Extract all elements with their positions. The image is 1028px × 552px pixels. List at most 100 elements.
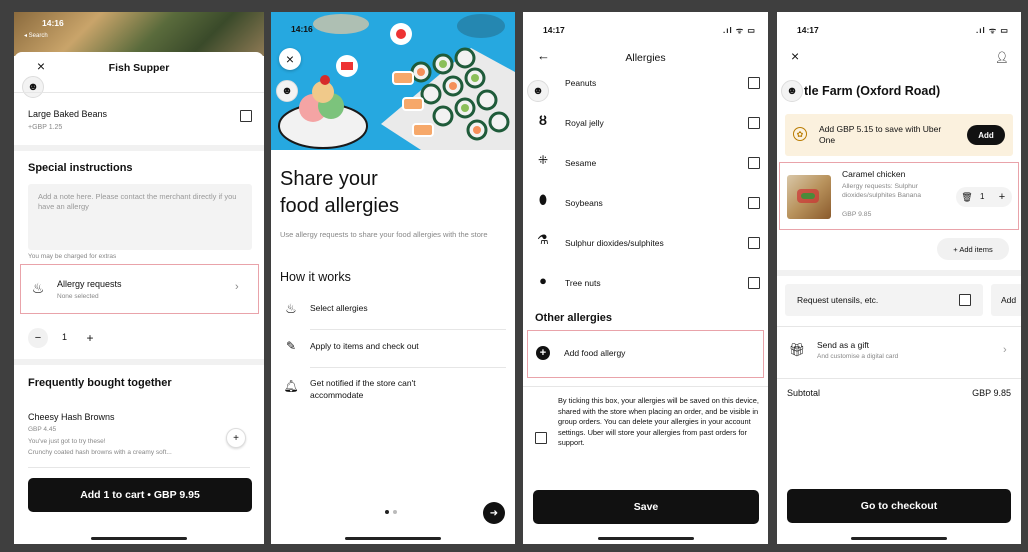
consent-checkbox[interactable]	[535, 432, 547, 444]
soybeans-checkbox[interactable]	[748, 197, 760, 209]
send-gift-row[interactable]: 🎁︎ Send as a gift And customise a digita…	[777, 332, 1021, 372]
status-time: 14:16	[291, 24, 313, 34]
screen-item-customisation: 14:16 ◂ Search × ☻ Fish Supper Large Bak…	[14, 12, 264, 544]
frequently-bought-heading: Frequently bought together	[28, 377, 172, 389]
close-icon[interactable]: ×	[791, 48, 799, 64]
page-dot	[393, 510, 397, 514]
step-2-label: Apply to items and check out	[310, 341, 419, 351]
minus-icon[interactable]: −	[28, 328, 48, 348]
utensils-row[interactable]: Request utensils, etc.	[785, 284, 983, 316]
quantity-value: 1	[62, 332, 68, 342]
item-name: Caramel chicken	[842, 169, 906, 179]
add-person-icon[interactable]: 👤︎	[995, 50, 1009, 64]
trash-icon[interactable]: 🗑︎	[960, 190, 974, 204]
royal-jelly-checkbox[interactable]	[748, 117, 760, 129]
allergy-requests-row[interactable]: ♨ Allergy requests None selected ›	[20, 264, 259, 314]
item-allergy-note: Allergy requests: Sulphur dioxides/sulph…	[842, 183, 921, 199]
soybeans-icon: ⬮	[538, 192, 548, 207]
allergy-row-peanuts[interactable]: Peanuts	[523, 66, 768, 106]
add-note-chip[interactable]: Add	[991, 284, 1021, 316]
tree-nuts-checkbox[interactable]	[748, 277, 760, 289]
allergy-label: Peanuts	[565, 78, 597, 88]
cheesy-price: GBP 4.45	[28, 426, 57, 433]
bell-icon: 🔔︎	[283, 379, 299, 393]
checklist-icon: ✎	[285, 339, 297, 353]
page-indicator	[383, 510, 403, 516]
status-icons: .ıl ᯤ ▭	[723, 26, 756, 35]
allergy-row-royal-jelly[interactable]: ȣ Royal jelly	[523, 106, 768, 146]
plus-icon[interactable]: +	[994, 189, 1010, 205]
add-to-cart-button[interactable]: Add 1 to cart • GBP 9.95	[28, 478, 252, 512]
status-time: 14:17	[797, 25, 819, 35]
sulphites-checkbox[interactable]	[748, 237, 760, 249]
uber-one-promo: ✿ Add GBP 5.15 to save with Uber One Add	[785, 114, 1013, 156]
item-thumbnail	[787, 175, 831, 219]
plus-icon[interactable]: +	[80, 328, 100, 348]
heading-line-1: Share your	[280, 168, 378, 190]
sesame-icon: ⁜	[537, 153, 549, 167]
allergy-row-tree-nuts[interactable]: ● Tree nuts	[523, 266, 768, 306]
allergy-row-soybeans[interactable]: ⬮ Soybeans	[523, 186, 768, 226]
allergy-row-sulphites[interactable]: ⚗ Sulphur dioxides/sulphites	[523, 226, 768, 266]
subtotal-label: Subtotal	[787, 388, 821, 398]
royal-jelly-icon: ȣ	[538, 112, 548, 128]
page-title: Allergies	[625, 52, 666, 64]
allergy-title: Allergy requests	[57, 279, 122, 289]
screen-allergies-list: 14:17 .ıl ᯤ ▭ ← Allergies ☻ Peanuts ȣ Ro…	[523, 12, 768, 544]
cheesy-name: Cheesy Hash Browns	[28, 412, 115, 422]
step-row: ♨ Select allergies	[280, 295, 506, 329]
sesame-checkbox[interactable]	[748, 157, 760, 169]
cheesy-desc-2: Crunchy coated hash browns with a creamy…	[28, 449, 172, 456]
page-title: Fish Supper	[108, 62, 170, 74]
screen-cart: 14:17 .ıl ᯤ ▭ × 👤︎ ☻ tle Farm (Oxford Ro…	[777, 12, 1021, 544]
user-avatar-icon: ☻	[781, 80, 803, 102]
quantity-stepper: − 1 +	[28, 328, 108, 348]
cheesy-desc-1: You've just got to try these!	[28, 438, 106, 445]
peanuts-checkbox[interactable]	[748, 77, 760, 89]
allergy-subtitle: None selected	[57, 293, 99, 300]
allergy-row-sesame[interactable]: ⁜ Sesame	[523, 146, 768, 186]
add-food-allergy-label: Add food allergy	[564, 348, 626, 358]
note-input[interactable]: Add a note here. Please contact the merc…	[28, 184, 252, 250]
status-time: 14:16	[42, 18, 64, 28]
allergy-label: Tree nuts	[565, 278, 601, 288]
close-icon[interactable]: ×	[279, 48, 301, 70]
next-arrow-icon[interactable]: ➜	[483, 502, 505, 524]
allergy-label: Sesame	[565, 158, 597, 168]
chevron-right-icon: ›	[1003, 344, 1007, 356]
uber-one-icon: ✿	[793, 127, 807, 141]
checkout-button[interactable]: Go to checkout	[787, 489, 1011, 523]
allergy-icon: ♨	[31, 279, 45, 296]
allergy-label: Soybeans	[565, 198, 603, 208]
item-stepper: 🗑︎ 1 +	[956, 187, 1012, 207]
heading-line-2: food allergies	[280, 195, 399, 217]
user-avatar-icon: ☻	[276, 80, 298, 102]
tree-nut-icon: ●	[539, 272, 547, 288]
gift-subtitle: And customise a digital card	[817, 353, 899, 360]
beans-checkbox[interactable]	[240, 110, 252, 122]
add-cheesy-button[interactable]: +	[226, 428, 246, 448]
utensils-checkbox[interactable]	[959, 294, 971, 306]
step-row: 🔔︎ Get notified if the store can't accom…	[280, 372, 506, 412]
save-button[interactable]: Save	[533, 490, 759, 524]
subtotal-value: GBP 9.85	[972, 388, 1011, 398]
status-time: 14:17	[543, 25, 565, 35]
description: Use allergy requests to share your food …	[280, 230, 488, 239]
promo-text: Add GBP 5.15 to save with Uber One	[819, 124, 942, 145]
add-items-button[interactable]: + Add items	[937, 238, 1009, 260]
beans-price: +GBP 1.25	[28, 124, 63, 131]
beans-name: Large Baked Beans	[28, 109, 108, 119]
add-note-label: Add	[1001, 295, 1017, 305]
add-food-allergy-row[interactable]: + Add food allergy	[527, 330, 764, 378]
promo-add-button[interactable]: Add	[967, 125, 1005, 145]
status-icons: .ıl ᯤ ▭	[976, 26, 1009, 35]
allergy-label: Royal jelly	[565, 118, 604, 128]
item-price: GBP 9.85	[842, 211, 872, 218]
store-name: tle Farm (Oxford Road)	[804, 84, 941, 98]
step-3-label: Get notified if the store can't accommod…	[310, 378, 416, 400]
step-1-label: Select allergies	[310, 303, 368, 313]
search-back-link[interactable]: ◂ Search	[24, 32, 48, 39]
screen-share-allergies: 14:16 × ☻ Share your food allergies Use …	[271, 12, 515, 544]
cart-item-row[interactable]: Caramel chicken Allergy requests: Sulphu…	[779, 162, 1019, 230]
gift-icon: 🎁︎	[788, 342, 806, 357]
